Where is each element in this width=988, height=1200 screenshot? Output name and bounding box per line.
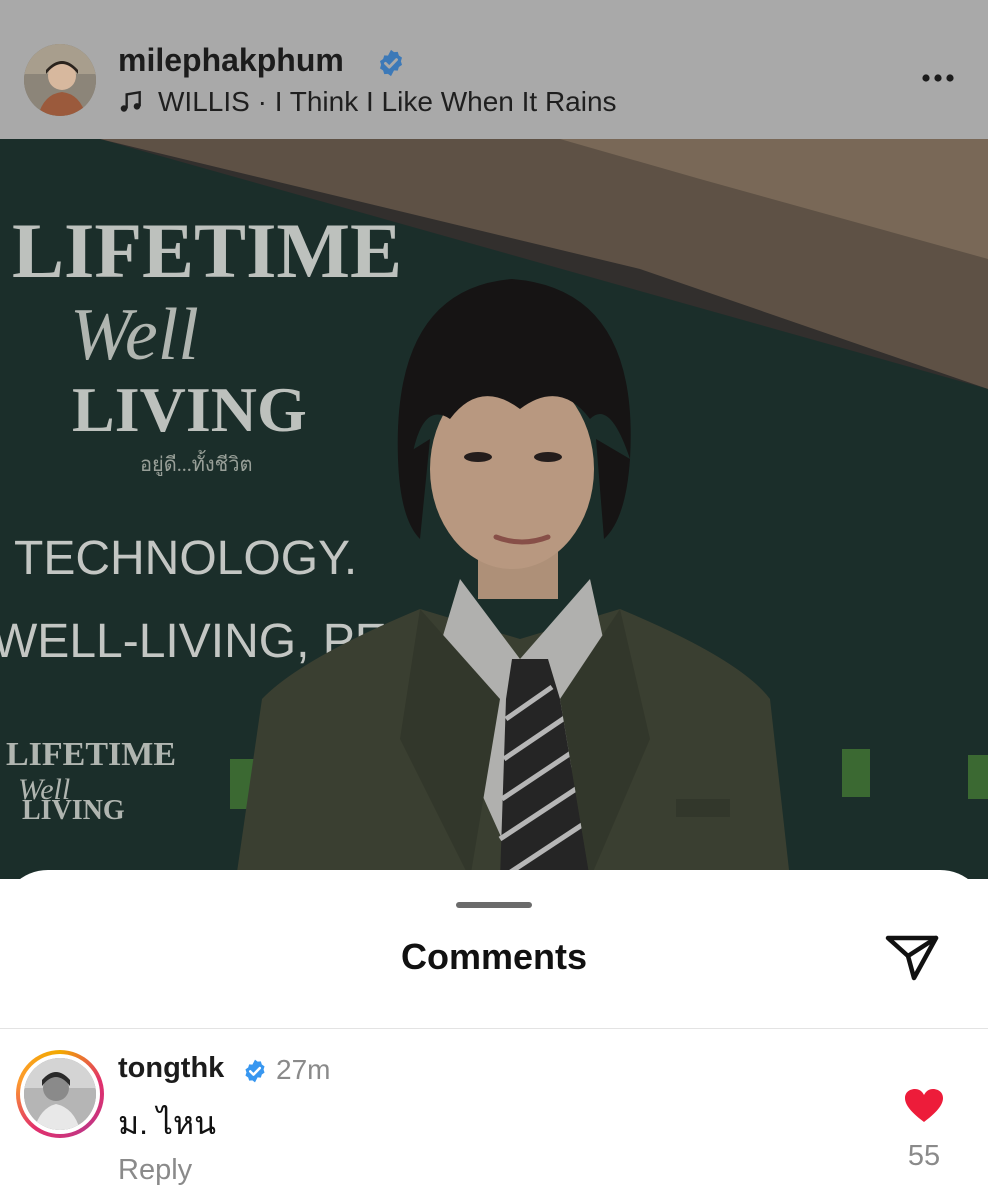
commenter-avatar-image bbox=[24, 1058, 96, 1130]
avatar-image bbox=[24, 44, 96, 116]
commenter-avatar bbox=[24, 1058, 96, 1130]
heart-icon[interactable] bbox=[904, 1088, 944, 1124]
comments-title: Comments bbox=[400, 936, 588, 977]
share-icon[interactable] bbox=[884, 932, 940, 982]
comment-text: ม. ไหน bbox=[118, 1105, 216, 1141]
comment-time: 27m bbox=[276, 1054, 331, 1085]
story-ring[interactable] bbox=[16, 1050, 104, 1138]
music-label: WILLIS · I Think I Like When It Rains bbox=[158, 86, 617, 117]
music-row[interactable]: WILLIS · I Think I Like When It Rains bbox=[118, 86, 617, 118]
commenter-username[interactable]: tongthk bbox=[118, 1052, 224, 1085]
photo-illustration: LIFETIME Well LIVING อยู่ดี...ทั้งชีวิต … bbox=[0, 139, 988, 879]
more-icon[interactable] bbox=[918, 62, 958, 92]
music-note-icon bbox=[120, 90, 141, 112]
reply-button[interactable]: Reply bbox=[118, 1154, 192, 1187]
post-header: milephakphum WILLIS · I Think I Like Whe… bbox=[0, 0, 988, 139]
like-count: 55 bbox=[907, 1140, 941, 1172]
avatar[interactable] bbox=[24, 44, 96, 116]
sheet-divider bbox=[0, 1028, 988, 1029]
post-photo: LIFETIME Well LIVING อยู่ดี...ทั้งชีวิต … bbox=[0, 139, 988, 879]
comments-sheet: Comments tongthk 27m ม. ไหน Reply 55 bbox=[0, 870, 988, 1200]
sheet-drag-handle[interactable] bbox=[456, 902, 532, 908]
verified-badge-icon bbox=[245, 1059, 265, 1083]
verified-badge-icon bbox=[380, 49, 402, 77]
comment-item: tongthk 27m ม. ไหน Reply 55 bbox=[0, 1046, 988, 1200]
post-username[interactable]: milephakphum bbox=[118, 42, 344, 79]
